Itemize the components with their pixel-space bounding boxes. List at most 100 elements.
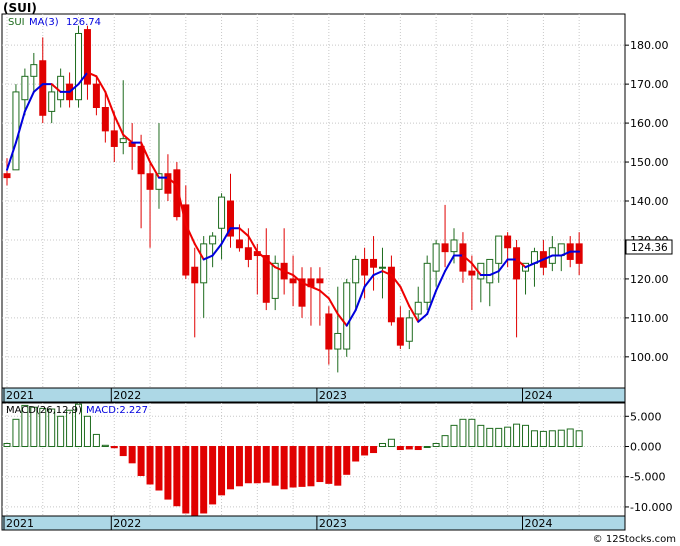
macd-bar — [137, 446, 145, 477]
macd-bar — [513, 423, 521, 448]
macd-bar — [191, 446, 199, 517]
candle-body — [513, 247, 521, 280]
candle-body — [289, 278, 297, 284]
candle-body — [343, 282, 351, 350]
macd-bar — [495, 427, 503, 448]
price-y-tick-label: 110.00 — [630, 312, 669, 325]
macd-bar — [262, 446, 270, 483]
macd-bar — [387, 438, 395, 448]
price-y-tick-label: 150.00 — [630, 156, 669, 169]
macd-bar — [128, 446, 136, 464]
candle-body — [21, 75, 29, 101]
price-y-tick-label: 160.00 — [630, 117, 669, 130]
candle-body — [325, 313, 333, 350]
macd-bar — [352, 446, 360, 462]
candle-body — [423, 262, 431, 303]
last-price-tag: 124.36 — [631, 242, 668, 254]
candle-body — [146, 173, 154, 190]
candle-body — [218, 196, 226, 229]
candle-body — [361, 258, 369, 276]
candle-body — [39, 60, 47, 116]
macd-bar — [119, 446, 127, 457]
macd-bar — [271, 446, 279, 486]
macd-bar — [432, 442, 440, 448]
candle-body — [432, 243, 440, 272]
macd-bar — [164, 446, 172, 500]
candle-body — [468, 270, 476, 276]
macd-bar — [110, 446, 118, 449]
candle-body — [352, 258, 360, 284]
macd-bar — [12, 418, 20, 448]
macd-x-tick-label: 2022 — [113, 517, 141, 530]
macd-bar — [325, 446, 333, 484]
macd-bar — [539, 430, 547, 448]
candle-body — [235, 239, 243, 249]
price-x-tick-label: 2022 — [113, 389, 141, 402]
macd-bar — [477, 424, 485, 448]
price-x-tick-label: 2023 — [319, 389, 347, 402]
candle-body — [48, 91, 56, 112]
candle-body — [57, 75, 65, 101]
legend-ma-value: 126.74 — [66, 17, 101, 28]
macd-bar — [57, 415, 65, 448]
macd-bar — [253, 446, 261, 484]
macd-bar — [227, 446, 234, 490]
macd-bar — [370, 446, 378, 454]
macd-bar — [298, 446, 306, 487]
candle-body — [414, 301, 422, 315]
candle-body — [486, 258, 494, 284]
candle-body — [405, 317, 413, 342]
macd-y-tick-label: 0.000 — [630, 441, 662, 454]
macd-bar — [209, 446, 217, 505]
macd-bar — [486, 427, 494, 448]
candle-body — [316, 278, 324, 284]
macd-bar — [343, 446, 351, 475]
candle-body — [370, 258, 378, 268]
macd-bar — [235, 446, 243, 487]
macd-bar — [155, 446, 163, 491]
macd-legend-name: MACD(26,12,9) — [6, 405, 82, 416]
candle-body — [119, 138, 127, 144]
macd-bar — [218, 446, 226, 496]
macd-bar — [504, 426, 512, 448]
price-y-tick-label: 180.00 — [630, 39, 669, 52]
candle-body — [92, 83, 100, 108]
macd-bar — [289, 446, 297, 488]
candle-body — [3, 173, 11, 179]
macd-x-tick-label: 2024 — [525, 517, 553, 530]
candle-body — [441, 243, 449, 253]
price-y-axis: 100.00110.00120.00130.00140.00150.00160.… — [625, 39, 669, 364]
candle-body — [191, 266, 199, 284]
macd-bar — [468, 418, 476, 448]
macd-bar — [441, 435, 449, 448]
candle-body — [450, 239, 458, 253]
candle-body — [244, 247, 252, 260]
price-x-tick-label: 2021 — [6, 389, 34, 402]
legend-symbol: SUI — [8, 17, 25, 28]
macd-bar — [378, 442, 386, 448]
macd-bar — [92, 433, 100, 448]
macd-bar — [557, 429, 565, 448]
macd-bar — [522, 424, 530, 448]
macd-bar — [307, 446, 315, 487]
macd-y-tick-label: -10.000 — [630, 501, 672, 514]
macd-bar — [450, 424, 458, 448]
macd-bar — [575, 430, 583, 448]
price-y-tick-label: 140.00 — [630, 195, 669, 208]
macd-panel: 5.000 0.000 -5.000 -10.000 2021 2022 2023 2024… — [1, 402, 672, 531]
candle-body — [110, 130, 118, 147]
macd-bar — [334, 446, 342, 486]
macd-bar — [414, 446, 422, 451]
macd-bar — [548, 430, 556, 448]
price-y-tick-label: 100.00 — [630, 351, 669, 364]
candle-body — [378, 266, 386, 269]
macd-bar — [396, 446, 404, 451]
legend-ma-name: MA(3) — [29, 17, 59, 28]
macd-bar — [200, 446, 208, 514]
macd-bar — [146, 446, 154, 485]
price-y-tick-label: 170.00 — [630, 78, 669, 91]
macd-legend-value: MACD:2.227 — [86, 405, 148, 416]
candle-body — [334, 332, 342, 350]
macd-bar — [3, 442, 11, 448]
candle-body — [396, 317, 404, 346]
